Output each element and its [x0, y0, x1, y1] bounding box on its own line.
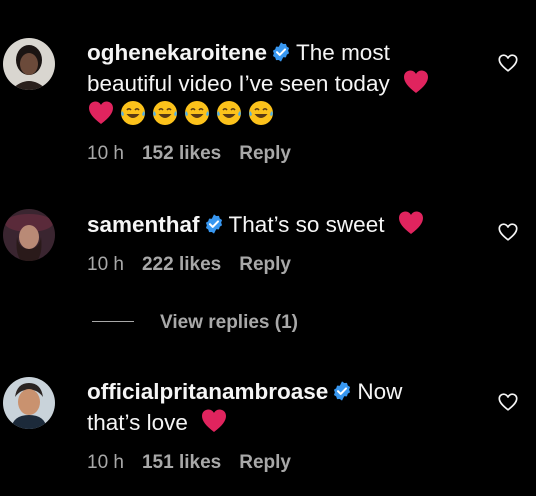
tears-of-joy-emoji — [249, 101, 273, 125]
comment-text-line1: That’s so sweet — [228, 212, 385, 237]
heart-outline-icon[interactable] — [497, 391, 519, 413]
comment-text: samenthaf That’s so sweet — [87, 209, 487, 240]
comment-text: oghenekaroitene The most beautiful video … — [87, 38, 487, 130]
avatar[interactable] — [3, 377, 55, 429]
reply-button[interactable]: Reply — [239, 143, 291, 164]
tears-of-joy-emoji — [121, 101, 145, 125]
comment-meta: 10 h 152 likes Reply — [87, 143, 291, 165]
comment-meta: 10 h 151 likes Reply — [87, 452, 291, 474]
likes-count[interactable]: 151 likes — [142, 452, 221, 473]
comment-time: 10 h — [87, 143, 124, 164]
comment-meta: 10 h 222 likes Reply — [87, 254, 291, 276]
tears-of-joy-emoji — [153, 101, 177, 125]
comment-text: officialpritanambroase Now that’s love — [87, 377, 487, 438]
reply-button[interactable]: Reply — [239, 254, 291, 275]
avatar[interactable] — [3, 38, 55, 90]
likes-count[interactable]: 152 likes — [142, 143, 221, 164]
red-heart-emoji — [398, 211, 423, 234]
username[interactable]: samenthaf — [87, 212, 200, 237]
comment-text-line1: The most — [296, 40, 390, 65]
comment-text-line2: that’s love — [87, 410, 188, 435]
reply-button[interactable]: Reply — [239, 452, 291, 473]
heart-outline-icon[interactable] — [497, 52, 519, 74]
tears-of-joy-emoji — [217, 101, 241, 125]
red-heart-emoji — [202, 409, 227, 432]
verified-badge-icon — [272, 42, 290, 62]
comment-text-line1: Now — [357, 379, 403, 404]
username[interactable]: officialpritanambroase — [87, 379, 328, 404]
verified-badge-icon — [334, 381, 351, 401]
likes-count[interactable]: 222 likes — [142, 254, 221, 275]
username[interactable]: oghenekaroitene — [87, 40, 267, 65]
heart-outline-icon[interactable] — [497, 221, 519, 243]
avatar[interactable] — [3, 209, 55, 261]
view-replies-line — [92, 320, 134, 322]
red-heart-emoji — [89, 101, 113, 124]
comment-time: 10 h — [87, 452, 124, 473]
view-replies-button[interactable]: View replies (1) — [92, 312, 298, 336]
red-heart-emoji — [403, 70, 428, 93]
verified-badge-icon — [205, 214, 222, 234]
comment-text-line2: beautiful video I’ve seen today — [87, 71, 390, 96]
view-replies-label: View replies (1) — [160, 312, 298, 333]
tears-of-joy-emoji — [185, 101, 209, 125]
comment-time: 10 h — [87, 254, 124, 275]
